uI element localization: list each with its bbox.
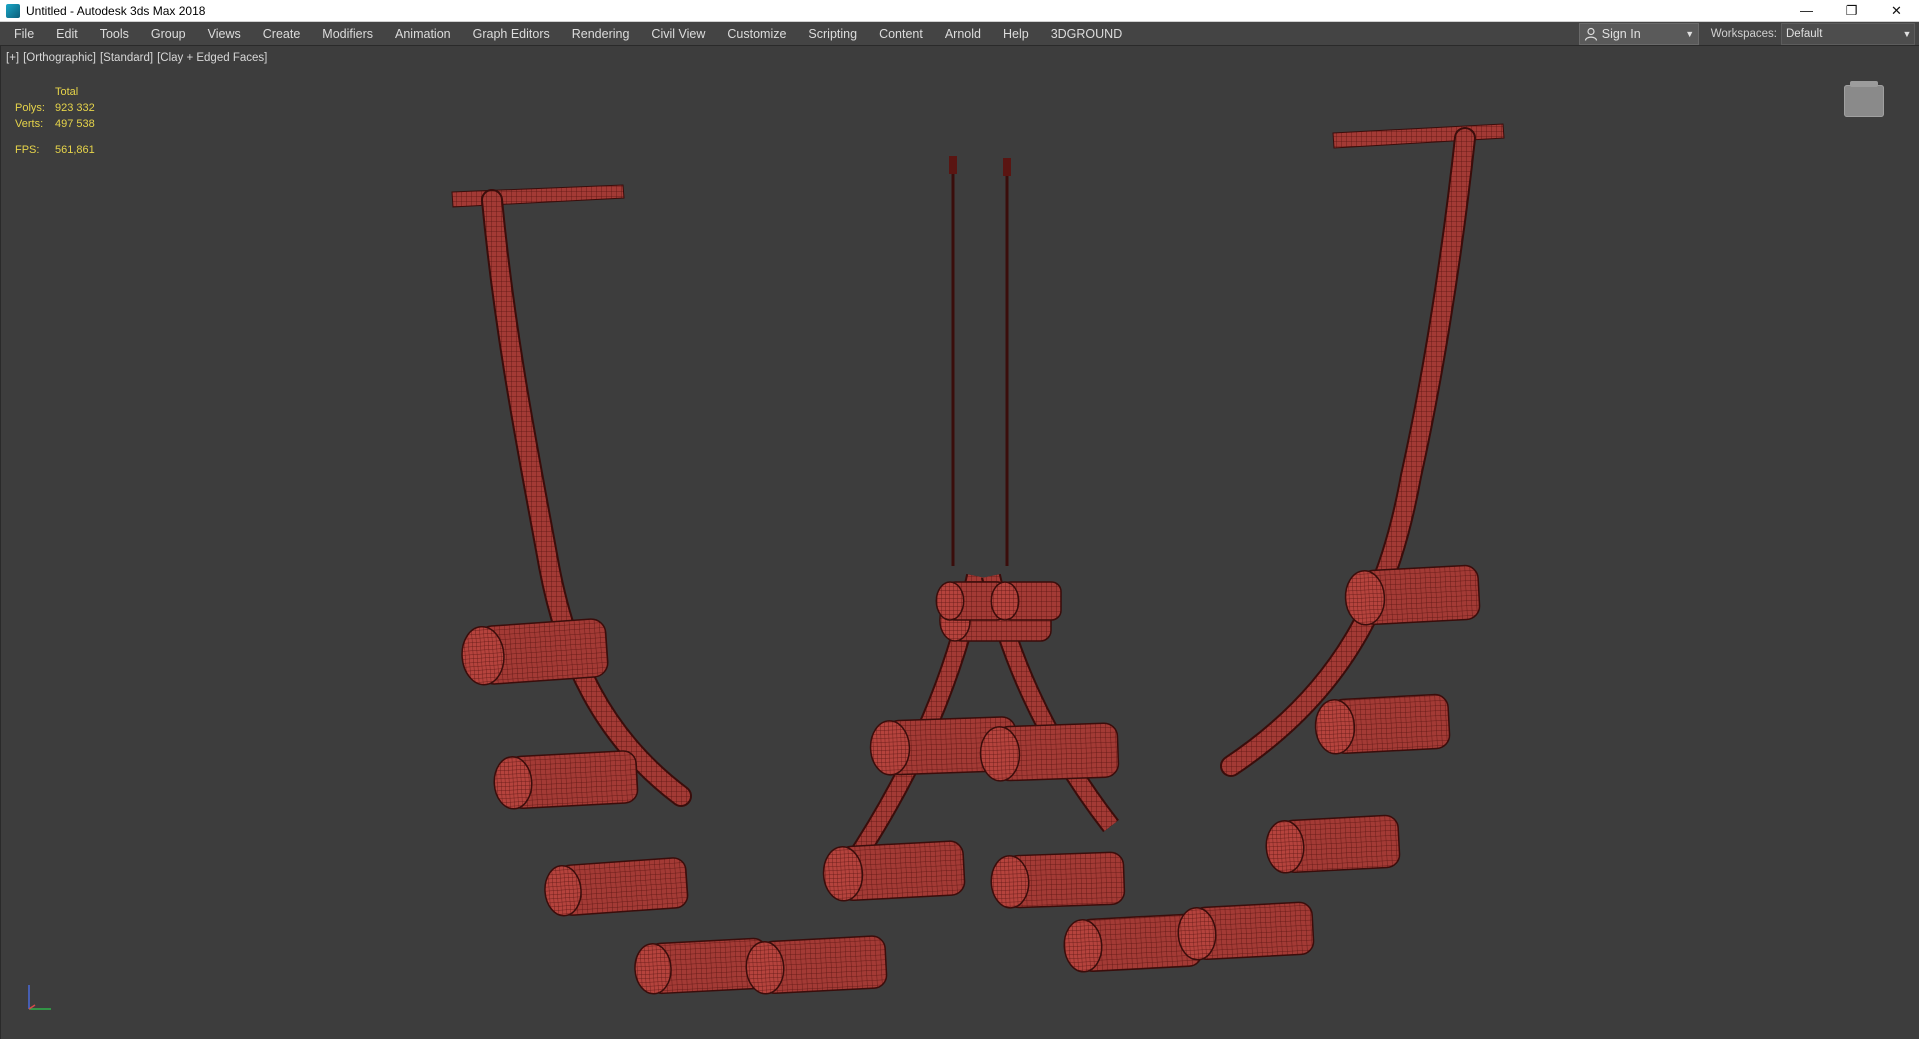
candle-cylinder[interactable] [1314, 693, 1451, 755]
candle-cylinder[interactable] [822, 840, 966, 902]
candle-cylinders[interactable] [460, 564, 1481, 995]
viewport-label[interactable]: [+] [Orthographic] [Standard] [Clay + Ed… [6, 52, 267, 64]
candle-cylinder[interactable] [1344, 564, 1481, 626]
menu-arnold[interactable]: Arnold [934, 22, 992, 46]
sign-in-label: Sign In [1601, 26, 1641, 41]
viewport-orthographic[interactable]: [+] [Orthographic] [Standard] [Clay + Ed… [0, 46, 1919, 1039]
mount-plate-left[interactable] [451, 184, 625, 208]
axis-tripod-icon [28, 985, 51, 1010]
candle-cylinder[interactable] [979, 722, 1120, 782]
workspaces-dropdown[interactable]: Default ▼ [1781, 22, 1915, 45]
chevron-down-icon: ▼ [1902, 28, 1912, 39]
candle-cylinder[interactable] [460, 618, 609, 686]
menu-civil-view[interactable]: Civil View [640, 22, 716, 46]
mount-plate-right[interactable] [1332, 123, 1505, 149]
candle-cylinder[interactable] [1265, 814, 1401, 874]
verts-value: 497 538 [55, 118, 95, 130]
menu-create[interactable]: Create [252, 22, 312, 46]
menu-content[interactable]: Content [868, 22, 934, 46]
polys-label: Polys: [15, 102, 45, 114]
sign-in-button[interactable]: Sign In ▼ [1578, 22, 1699, 45]
menu-group[interactable]: Group [140, 22, 197, 46]
polys-value: 923 332 [55, 102, 95, 114]
menu-graph-editors[interactable]: Graph Editors [462, 22, 561, 46]
menu-help[interactable]: Help [992, 22, 1040, 46]
chandelier-arm-left[interactable] [451, 184, 692, 807]
candle-cylinder[interactable] [745, 935, 888, 995]
app-icon[interactable] [6, 3, 20, 18]
close-button[interactable]: ✕ [1874, 0, 1919, 22]
menu-bar: File Edit Tools Group Views Create Modif… [0, 22, 1919, 46]
menu-animation[interactable]: Animation [384, 22, 462, 46]
candle-cylinder[interactable] [543, 857, 689, 917]
window-title: Untitled - Autodesk 3ds Max 2018 [26, 3, 206, 18]
chevron-down-icon[interactable]: ▼ [1682, 29, 1698, 39]
candle-cylinder[interactable] [990, 581, 1062, 621]
viewcube-icon[interactable] [1844, 81, 1884, 117]
viewport-shading-standard[interactable]: [Standard] [100, 52, 153, 64]
menu-edit[interactable]: Edit [45, 22, 89, 46]
minimize-button[interactable]: — [1784, 0, 1829, 22]
viewport-menu-plus[interactable]: [+] [6, 52, 19, 64]
stats-header: Total [55, 86, 79, 98]
candle-cylinder[interactable] [493, 750, 639, 810]
menu-customize[interactable]: Customize [716, 22, 797, 46]
title-bar: Untitled - Autodesk 3ds Max 2018 — ❐ ✕ [0, 0, 1919, 22]
ceiling-hook-left [949, 156, 957, 174]
menu-rendering[interactable]: Rendering [561, 22, 641, 46]
ceiling-hook-right [1003, 158, 1011, 176]
chandelier-arm-right[interactable] [1220, 123, 1505, 777]
restore-button[interactable]: ❐ [1829, 0, 1874, 22]
workspaces-label: Workspaces: [1710, 27, 1777, 40]
menu-views[interactable]: Views [197, 22, 252, 46]
menu-tools[interactable]: Tools [89, 22, 140, 46]
menu-file[interactable]: File [0, 22, 45, 46]
menu-modifiers[interactable]: Modifiers [311, 22, 384, 46]
window-controls: — ❐ ✕ [1784, 0, 1919, 22]
workspace-value: Default [1786, 27, 1823, 40]
fps-value: 561,861 [55, 144, 95, 156]
menu-3dground[interactable]: 3DGROUND [1040, 22, 1134, 46]
scene-canvas[interactable] [1, 46, 1919, 1039]
candle-cylinder[interactable] [1177, 901, 1315, 961]
menu-scripting[interactable]: Scripting [797, 22, 868, 46]
viewport-statistics: Total Polys: 923 332 Verts: 497 538 FPS: 56… [15, 84, 95, 158]
viewcube-top-face[interactable] [1850, 81, 1878, 87]
viewport-display-mode[interactable]: [Clay + Edged Faces] [157, 52, 267, 64]
verts-label: Verts: [15, 118, 44, 130]
user-icon [1580, 27, 1602, 41]
viewport-view-type[interactable]: [Orthographic] [23, 52, 96, 64]
fps-label: FPS: [15, 144, 40, 156]
candle-cylinder[interactable] [990, 851, 1126, 909]
